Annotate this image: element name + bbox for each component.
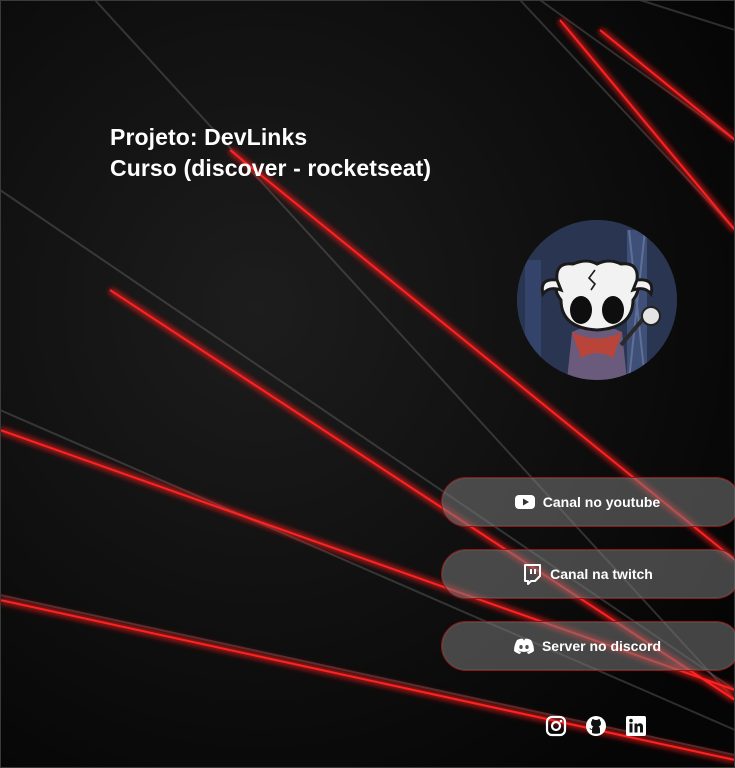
youtube-link-button[interactable]: Canal no youtube (441, 477, 735, 527)
linkedin-icon[interactable] (625, 715, 647, 737)
twitch-link-button[interactable]: Canal na twitch (441, 549, 735, 599)
discord-icon (513, 635, 535, 657)
twitch-link-label: Canal na twitch (550, 566, 653, 582)
page-title: Projeto: DevLinks Curso (discover - rock… (110, 122, 431, 184)
github-icon[interactable] (585, 715, 607, 737)
instagram-icon[interactable] (545, 715, 567, 737)
title-line-course: Curso (discover - rocketseat) (110, 155, 432, 181)
social-links (545, 715, 647, 737)
youtube-link-label: Canal no youtube (542, 494, 661, 510)
youtube-icon (514, 491, 536, 513)
links-list: Canal no youtube Canal na twitch Server … (441, 477, 735, 693)
discord-link-button[interactable]: Server no discord (441, 621, 735, 671)
title-line-project: Projeto: DevLinks (110, 124, 308, 150)
avatar (517, 220, 677, 380)
hollow-knight-avatar (517, 220, 677, 380)
discord-link-label: Server no discord (541, 638, 662, 654)
twitch-icon (521, 563, 543, 585)
